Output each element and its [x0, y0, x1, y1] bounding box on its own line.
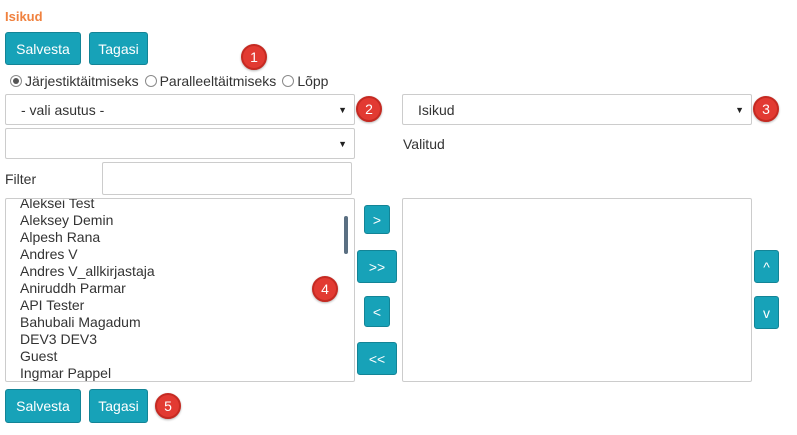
marker-3: 3	[753, 96, 779, 122]
back-button-top[interactable]: Tagasi	[89, 32, 148, 65]
move-up-button[interactable]: ^	[754, 250, 779, 283]
remove-selected-button[interactable]: <	[364, 296, 390, 327]
radio-sequential-label: Järjestiktäitmiseks	[25, 73, 139, 89]
type-select-value: Isikud	[418, 101, 455, 118]
list-item[interactable]: Aleksey Demin	[20, 212, 155, 229]
scrollbar-thumb[interactable]	[344, 216, 348, 254]
filter-input[interactable]	[102, 162, 352, 195]
caret-down-icon: ▼	[735, 104, 744, 115]
list-item[interactable]: Andres V_allkirjastaja	[20, 263, 155, 280]
list-item[interactable]: Andres V	[20, 246, 155, 263]
list-item[interactable]: Bahubali Magadum	[20, 314, 155, 331]
radio-end[interactable]: Lõpp	[282, 73, 328, 89]
filter-label: Filter	[5, 171, 37, 187]
radio-unchecked-icon[interactable]	[144, 75, 157, 87]
marker-1: 1	[241, 44, 267, 70]
marker-5: 5	[155, 393, 181, 419]
move-down-button[interactable]: v	[754, 296, 779, 329]
radio-unchecked-icon[interactable]	[282, 75, 295, 87]
back-button-bottom[interactable]: Tagasi	[89, 389, 148, 423]
radio-sequential[interactable]: Järjestiktäitmiseks	[10, 73, 139, 89]
list-item[interactable]: Guest	[20, 348, 155, 365]
list-item[interactable]: DEV3 DEV3	[20, 331, 155, 348]
list-item[interactable]: API Tester	[20, 297, 155, 314]
radio-parallel[interactable]: Paralleeltäitmiseks	[144, 73, 277, 89]
radio-end-label: Lõpp	[297, 73, 329, 89]
list-item[interactable]: Aleksei Test	[20, 199, 155, 212]
institution-select[interactable]: - vali asutus - ▼	[5, 94, 355, 125]
selected-listbox[interactable]	[402, 198, 752, 382]
save-button-bottom[interactable]: Salvesta	[5, 389, 81, 423]
radio-parallel-label: Paralleeltäitmiseks	[159, 73, 277, 89]
list-item[interactable]: Alpesh Rana	[20, 229, 155, 246]
page-title: Isikud	[5, 9, 43, 24]
add-all-button[interactable]: >>	[357, 250, 397, 283]
add-selected-button[interactable]: >	[364, 205, 390, 234]
type-select[interactable]: Isikud ▼	[402, 94, 752, 125]
available-listbox[interactable]: Aleksei Test Aleksey Demin Alpesh Rana A…	[5, 198, 355, 382]
secondary-select[interactable]: ▼	[5, 128, 355, 159]
selected-label: Valitud	[403, 136, 445, 152]
list-item[interactable]: Ingmar Pappel	[20, 365, 155, 381]
save-button-top[interactable]: Salvesta	[5, 32, 81, 65]
radio-checked-icon[interactable]	[10, 75, 22, 87]
mode-radio-group: Järjestiktäitmiseks Paralleeltäitmiseks …	[10, 73, 334, 89]
remove-all-button[interactable]: <<	[357, 342, 397, 375]
marker-2: 2	[356, 96, 382, 122]
caret-down-icon: ▼	[338, 104, 347, 115]
list-item[interactable]: Aniruddh Parmar	[20, 280, 155, 297]
institution-select-value: - vali asutus -	[21, 101, 105, 118]
caret-down-icon: ▼	[338, 138, 347, 149]
marker-4: 4	[312, 276, 338, 302]
